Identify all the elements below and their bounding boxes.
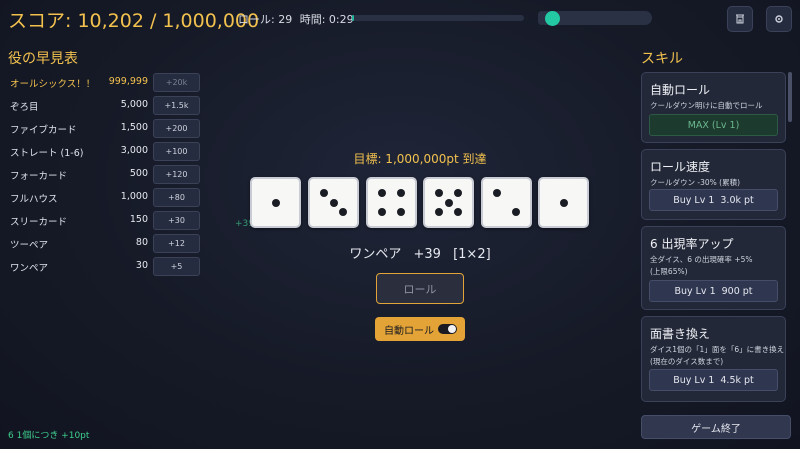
buy-label: Buy Lv 1: [674, 285, 716, 297]
die-2[interactable]: [308, 177, 359, 228]
die-pip: [329, 198, 338, 207]
die-pip: [453, 207, 462, 216]
yaku-name: フルハウス: [10, 194, 58, 205]
shop-icon[interactable]: [727, 6, 753, 32]
skill-desc: クールダウン明けに自動でロール: [650, 101, 763, 110]
header: スコア: 10,202 / 1,000,000 ロール: 29 時間: 0:29: [0, 0, 800, 38]
yaku-value: 5,000: [120, 99, 148, 110]
skill-desc: 全ダイス、6 の出現確率 +5% (上限65%): [650, 255, 753, 276]
roll-info: ロール: 29 時間: 0:29: [238, 11, 358, 27]
skill-name: 6 出現率アップ: [650, 237, 734, 251]
skills-title: スキル: [641, 51, 683, 67]
die-6[interactable]: [538, 177, 589, 228]
yaku-upgrade-button[interactable]: +200: [153, 119, 200, 138]
skills-scrollbar[interactable]: [788, 72, 792, 122]
yaku-value: 150: [129, 214, 148, 225]
yaku-value: 1,500: [120, 122, 148, 133]
yaku-row: ファイブカード 1,500 +200: [8, 119, 200, 139]
die-pip: [435, 189, 444, 198]
skill-buy-button[interactable]: Buy Lv 1 900 pt: [649, 280, 778, 302]
yaku-row: フォーカード 500 +120: [8, 165, 200, 185]
die-1[interactable]: [250, 177, 301, 228]
roll-count: ロール: 29: [238, 13, 293, 26]
die-pip: [444, 198, 453, 207]
die-pip: [493, 189, 502, 198]
skill-max-button[interactable]: MAX (Lv 1): [649, 114, 778, 136]
die-pip: [396, 207, 405, 216]
yaku-upgrade-button[interactable]: +20k: [153, 73, 200, 92]
die-pip: [511, 207, 520, 216]
skill-name: 面書き換え: [650, 327, 711, 341]
skill-desc: クールダウン -30% (累積): [650, 178, 740, 187]
yaku-table-title: 役の早見表: [8, 51, 78, 67]
result-hand: ワンペア: [349, 247, 402, 262]
yaku-name: オールシックス！！: [10, 79, 96, 90]
buy-cost: 4.5k pt: [720, 374, 754, 386]
yaku-row: ぞろ目 5,000 +1.5k: [8, 96, 200, 116]
speed-slider[interactable]: [538, 10, 652, 26]
yaku-upgrade-button[interactable]: +120: [153, 165, 200, 184]
result-points: +39: [413, 247, 441, 262]
yaku-value: 1,000: [120, 191, 148, 202]
score-label: スコア: 10,202 / 1,000,000: [8, 10, 260, 32]
time-progress-bar: [352, 15, 524, 21]
dice-row: [250, 177, 592, 229]
die-pip: [435, 207, 444, 216]
die-pip: [396, 189, 405, 198]
toggle-knob: [448, 325, 456, 333]
yaku-name: ワンペア: [10, 263, 49, 274]
buy-label: Buy Lv 1: [673, 194, 715, 206]
yaku-value: 999,999: [108, 76, 148, 87]
buy-cost: 900 pt: [721, 285, 753, 297]
yaku-upgrade-button[interactable]: +80: [153, 188, 200, 207]
die-5[interactable]: [481, 177, 532, 228]
die-pip: [378, 189, 387, 198]
yaku-upgrade-button[interactable]: +30: [153, 211, 200, 230]
yaku-name: フォーカード: [10, 171, 68, 182]
buy-cost: 3.0k pt: [720, 194, 754, 206]
yaku-value: 500: [129, 168, 148, 179]
skill-desc: ダイス1個の「1」面を「6」に書き換え (現在のダイス数まで): [650, 345, 785, 366]
skill-card-auto-roll: 自動ロール クールダウン明けに自動でロール MAX (Lv 1): [641, 72, 786, 143]
skill-card-roll-speed: ロール速度 クールダウン -30% (累積) Buy Lv 1 3.0k pt: [641, 149, 786, 220]
skill-buy-button[interactable]: Buy Lv 1 3.0k pt: [649, 189, 778, 211]
time-elapsed: 時間: 0:29: [299, 13, 354, 26]
skill-buy-button[interactable]: Buy Lv 1 4.5k pt: [649, 369, 778, 391]
die-pip: [320, 189, 329, 198]
die-pip: [338, 207, 347, 216]
end-game-button[interactable]: ゲーム終了: [641, 415, 791, 439]
six-bonus-note: 6 1個につき +10pt: [8, 431, 90, 441]
die-pip: [271, 198, 280, 207]
auto-roll-label: 自動ロール: [384, 325, 434, 337]
yaku-name: スリーカード: [10, 217, 68, 228]
roll-button[interactable]: ロール: [376, 273, 464, 304]
auto-roll-button[interactable]: 自動ロール: [375, 317, 465, 341]
auto-roll-toggle[interactable]: [438, 324, 457, 334]
skill-name: ロール速度: [650, 160, 711, 174]
result-multiplier: [1×2]: [453, 247, 491, 262]
skill-card-face-rewrite: 面書き換え ダイス1個の「1」面を「6」に書き換え (現在のダイス数まで) Bu…: [641, 316, 786, 402]
die-3[interactable]: [366, 177, 417, 228]
gear-icon[interactable]: [766, 6, 792, 32]
yaku-name: ぞろ目: [10, 102, 39, 113]
skill-name: 自動ロール: [650, 83, 711, 97]
yaku-upgrade-button[interactable]: +1.5k: [153, 96, 200, 115]
speed-slider-knob[interactable]: [544, 10, 560, 26]
speed-slider-fill: [538, 11, 545, 25]
yaku-row: オールシックス！！ 999,999 +20k: [8, 73, 200, 93]
die-pip: [378, 207, 387, 216]
die-pip: [453, 189, 462, 198]
skill-card-six-rate: 6 出現率アップ 全ダイス、6 の出現確率 +5% (上限65%) Buy Lv…: [641, 226, 786, 310]
yaku-row: スリーカード 150 +30: [8, 211, 200, 231]
yaku-name: ファイブカード: [10, 125, 77, 136]
buy-label: Buy Lv 1: [673, 374, 715, 386]
die-4[interactable]: [423, 177, 474, 228]
yaku-row: フルハウス 1,000 +80: [8, 188, 200, 208]
die-pip: [559, 198, 568, 207]
time-progress-fill: [352, 15, 354, 21]
